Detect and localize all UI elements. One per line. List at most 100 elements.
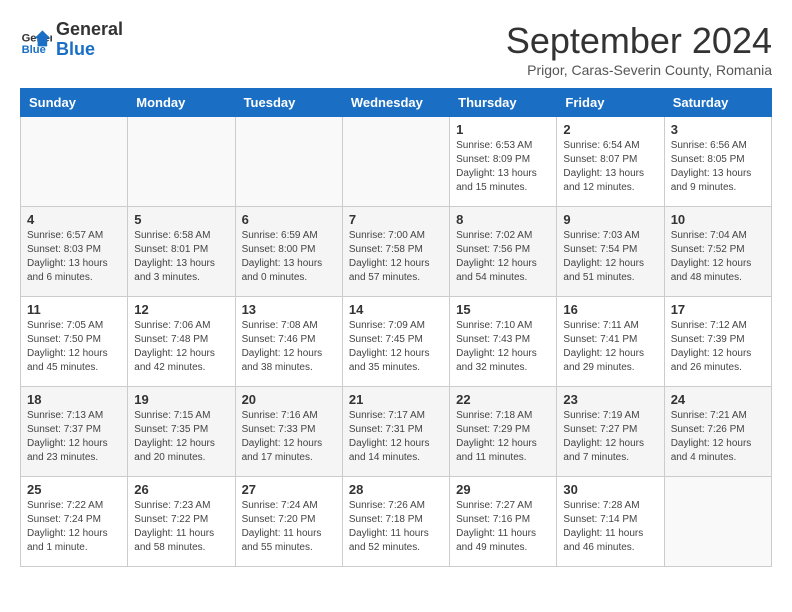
logo-text: General Blue	[56, 20, 123, 60]
calendar-cell: 26 Sunrise: 7:23 AMSunset: 7:22 PMDaylig…	[128, 477, 235, 567]
day-number: 15	[456, 302, 550, 317]
calendar-cell: 12 Sunrise: 7:06 AMSunset: 7:48 PMDaylig…	[128, 297, 235, 387]
calendar-cell: 5 Sunrise: 6:58 AMSunset: 8:01 PMDayligh…	[128, 207, 235, 297]
calendar-cell: 13 Sunrise: 7:08 AMSunset: 7:46 PMDaylig…	[235, 297, 342, 387]
day-info: Sunrise: 6:56 AMSunset: 8:05 PMDaylight:…	[671, 140, 752, 193]
day-info: Sunrise: 7:27 AMSunset: 7:16 PMDaylight:…	[456, 500, 536, 553]
day-number: 27	[242, 482, 336, 497]
day-info: Sunrise: 7:08 AMSunset: 7:46 PMDaylight:…	[242, 320, 323, 373]
day-info: Sunrise: 7:16 AMSunset: 7:33 PMDaylight:…	[242, 410, 323, 463]
day-info: Sunrise: 7:10 AMSunset: 7:43 PMDaylight:…	[456, 320, 537, 373]
calendar-cell: 2 Sunrise: 6:54 AMSunset: 8:07 PMDayligh…	[557, 117, 664, 207]
day-number: 30	[563, 482, 657, 497]
day-info: Sunrise: 7:21 AMSunset: 7:26 PMDaylight:…	[671, 410, 752, 463]
week-row-4: 18 Sunrise: 7:13 AMSunset: 7:37 PMDaylig…	[21, 387, 772, 477]
day-info: Sunrise: 6:54 AMSunset: 8:07 PMDaylight:…	[563, 140, 644, 193]
logo-icon: General Blue	[20, 24, 52, 56]
day-number: 17	[671, 302, 765, 317]
day-info: Sunrise: 6:57 AMSunset: 8:03 PMDaylight:…	[27, 230, 108, 283]
calendar-cell: 19 Sunrise: 7:15 AMSunset: 7:35 PMDaylig…	[128, 387, 235, 477]
calendar-cell: 9 Sunrise: 7:03 AMSunset: 7:54 PMDayligh…	[557, 207, 664, 297]
day-number: 1	[456, 122, 550, 137]
day-info: Sunrise: 7:19 AMSunset: 7:27 PMDaylight:…	[563, 410, 644, 463]
calendar-cell: 14 Sunrise: 7:09 AMSunset: 7:45 PMDaylig…	[342, 297, 449, 387]
day-info: Sunrise: 7:24 AMSunset: 7:20 PMDaylight:…	[242, 500, 322, 553]
day-number: 16	[563, 302, 657, 317]
calendar-cell: 16 Sunrise: 7:11 AMSunset: 7:41 PMDaylig…	[557, 297, 664, 387]
day-info: Sunrise: 7:05 AMSunset: 7:50 PMDaylight:…	[27, 320, 108, 373]
page-header: General Blue General Blue September 2024…	[20, 20, 772, 78]
calendar-cell: 17 Sunrise: 7:12 AMSunset: 7:39 PMDaylig…	[664, 297, 771, 387]
calendar-cell: 21 Sunrise: 7:17 AMSunset: 7:31 PMDaylig…	[342, 387, 449, 477]
day-number: 21	[349, 392, 443, 407]
day-info: Sunrise: 7:04 AMSunset: 7:52 PMDaylight:…	[671, 230, 752, 283]
calendar-cell: 23 Sunrise: 7:19 AMSunset: 7:27 PMDaylig…	[557, 387, 664, 477]
column-header-friday: Friday	[557, 89, 664, 117]
day-number: 4	[27, 212, 121, 227]
column-header-thursday: Thursday	[450, 89, 557, 117]
day-info: Sunrise: 7:03 AMSunset: 7:54 PMDaylight:…	[563, 230, 644, 283]
calendar-cell	[342, 117, 449, 207]
day-number: 6	[242, 212, 336, 227]
day-number: 14	[349, 302, 443, 317]
calendar-cell: 10 Sunrise: 7:04 AMSunset: 7:52 PMDaylig…	[664, 207, 771, 297]
day-info: Sunrise: 7:12 AMSunset: 7:39 PMDaylight:…	[671, 320, 752, 373]
day-number: 8	[456, 212, 550, 227]
day-info: Sunrise: 7:15 AMSunset: 7:35 PMDaylight:…	[134, 410, 215, 463]
day-number: 28	[349, 482, 443, 497]
day-number: 13	[242, 302, 336, 317]
day-number: 24	[671, 392, 765, 407]
calendar-cell: 20 Sunrise: 7:16 AMSunset: 7:33 PMDaylig…	[235, 387, 342, 477]
day-number: 10	[671, 212, 765, 227]
day-info: Sunrise: 7:09 AMSunset: 7:45 PMDaylight:…	[349, 320, 430, 373]
calendar-cell: 24 Sunrise: 7:21 AMSunset: 7:26 PMDaylig…	[664, 387, 771, 477]
day-info: Sunrise: 6:58 AMSunset: 8:01 PMDaylight:…	[134, 230, 215, 283]
calendar-cell: 7 Sunrise: 7:00 AMSunset: 7:58 PMDayligh…	[342, 207, 449, 297]
week-row-2: 4 Sunrise: 6:57 AMSunset: 8:03 PMDayligh…	[21, 207, 772, 297]
day-number: 12	[134, 302, 228, 317]
calendar-cell: 11 Sunrise: 7:05 AMSunset: 7:50 PMDaylig…	[21, 297, 128, 387]
day-number: 3	[671, 122, 765, 137]
svg-text:General: General	[22, 32, 52, 44]
column-header-sunday: Sunday	[21, 89, 128, 117]
calendar-cell: 25 Sunrise: 7:22 AMSunset: 7:24 PMDaylig…	[21, 477, 128, 567]
calendar-cell	[128, 117, 235, 207]
day-info: Sunrise: 7:18 AMSunset: 7:29 PMDaylight:…	[456, 410, 537, 463]
day-number: 23	[563, 392, 657, 407]
header-row: SundayMondayTuesdayWednesdayThursdayFrid…	[21, 89, 772, 117]
day-info: Sunrise: 7:13 AMSunset: 7:37 PMDaylight:…	[27, 410, 108, 463]
month-title: September 2024	[506, 20, 772, 62]
day-number: 9	[563, 212, 657, 227]
day-number: 18	[27, 392, 121, 407]
day-number: 7	[349, 212, 443, 227]
column-header-monday: Monday	[128, 89, 235, 117]
day-number: 29	[456, 482, 550, 497]
logo: General Blue General Blue	[20, 20, 123, 60]
day-info: Sunrise: 6:59 AMSunset: 8:00 PMDaylight:…	[242, 230, 323, 283]
calendar-cell	[235, 117, 342, 207]
calendar-cell: 18 Sunrise: 7:13 AMSunset: 7:37 PMDaylig…	[21, 387, 128, 477]
day-info: Sunrise: 7:06 AMSunset: 7:48 PMDaylight:…	[134, 320, 215, 373]
calendar-cell: 22 Sunrise: 7:18 AMSunset: 7:29 PMDaylig…	[450, 387, 557, 477]
day-number: 25	[27, 482, 121, 497]
location-subtitle: Prigor, Caras-Severin County, Romania	[506, 62, 772, 78]
day-info: Sunrise: 7:28 AMSunset: 7:14 PMDaylight:…	[563, 500, 643, 553]
calendar-cell	[21, 117, 128, 207]
day-info: Sunrise: 7:02 AMSunset: 7:56 PMDaylight:…	[456, 230, 537, 283]
calendar-cell: 8 Sunrise: 7:02 AMSunset: 7:56 PMDayligh…	[450, 207, 557, 297]
week-row-3: 11 Sunrise: 7:05 AMSunset: 7:50 PMDaylig…	[21, 297, 772, 387]
day-number: 11	[27, 302, 121, 317]
calendar-cell: 30 Sunrise: 7:28 AMSunset: 7:14 PMDaylig…	[557, 477, 664, 567]
day-number: 20	[242, 392, 336, 407]
column-header-wednesday: Wednesday	[342, 89, 449, 117]
day-info: Sunrise: 7:11 AMSunset: 7:41 PMDaylight:…	[563, 320, 644, 373]
week-row-1: 1 Sunrise: 6:53 AMSunset: 8:09 PMDayligh…	[21, 117, 772, 207]
calendar-cell: 1 Sunrise: 6:53 AMSunset: 8:09 PMDayligh…	[450, 117, 557, 207]
column-header-saturday: Saturday	[664, 89, 771, 117]
calendar-cell: 29 Sunrise: 7:27 AMSunset: 7:16 PMDaylig…	[450, 477, 557, 567]
calendar-table: SundayMondayTuesdayWednesdayThursdayFrid…	[20, 88, 772, 567]
calendar-cell	[664, 477, 771, 567]
calendar-cell: 6 Sunrise: 6:59 AMSunset: 8:00 PMDayligh…	[235, 207, 342, 297]
day-number: 26	[134, 482, 228, 497]
day-info: Sunrise: 7:22 AMSunset: 7:24 PMDaylight:…	[27, 500, 108, 553]
